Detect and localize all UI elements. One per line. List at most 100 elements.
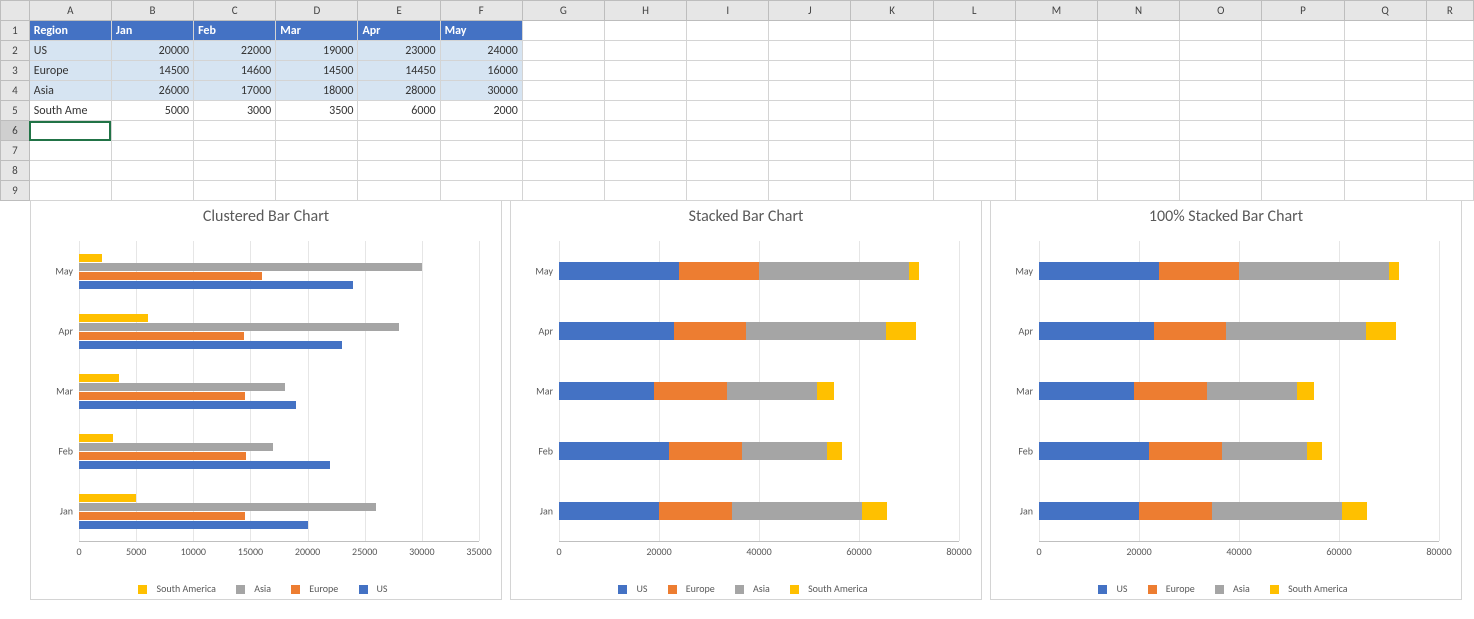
cell[interactable]: [1097, 141, 1179, 161]
row-header[interactable]: 4: [1, 81, 30, 101]
cell[interactable]: [933, 121, 1015, 141]
cell[interactable]: 3000: [194, 101, 276, 121]
cell[interactable]: [1097, 81, 1179, 101]
cell[interactable]: [1097, 61, 1179, 81]
cell[interactable]: [1344, 101, 1426, 121]
cell[interactable]: [1015, 21, 1097, 41]
table-row[interactable]: 4Asia2600017000180002800030000: [1, 81, 1474, 101]
cell[interactable]: 28000: [358, 81, 440, 101]
cell[interactable]: [1015, 121, 1097, 141]
cell[interactable]: May: [440, 21, 522, 41]
cell[interactable]: [1097, 181, 1179, 201]
column-header-row[interactable]: A B C D E F G H I J K L M N O P Q: [1, 1, 1474, 21]
cell[interactable]: [851, 141, 933, 161]
cell[interactable]: [522, 61, 604, 81]
row-header[interactable]: 7: [1, 141, 30, 161]
col-header[interactable]: J: [769, 1, 851, 21]
cell[interactable]: [1344, 21, 1426, 41]
cell[interactable]: [604, 81, 686, 101]
cell[interactable]: [769, 21, 851, 41]
cell[interactable]: [769, 81, 851, 101]
cell[interactable]: [1180, 81, 1262, 101]
cell[interactable]: [276, 161, 358, 181]
cell[interactable]: [604, 41, 686, 61]
row-header[interactable]: 5: [1, 101, 30, 121]
cell[interactable]: [358, 141, 440, 161]
row-header[interactable]: 1: [1, 21, 30, 41]
cell[interactable]: [1262, 41, 1344, 61]
cell[interactable]: [1180, 101, 1262, 121]
cell[interactable]: 18000: [276, 81, 358, 101]
col-header[interactable]: Q: [1344, 1, 1426, 21]
cell[interactable]: [1426, 161, 1473, 181]
cell[interactable]: [1262, 101, 1344, 121]
cell[interactable]: [1262, 21, 1344, 41]
col-header[interactable]: I: [687, 1, 769, 21]
col-header[interactable]: P: [1262, 1, 1344, 21]
cell[interactable]: [1426, 101, 1473, 121]
table-row[interactable]: 6: [1, 121, 1474, 141]
cell[interactable]: [769, 161, 851, 181]
cell[interactable]: [604, 141, 686, 161]
col-header[interactable]: N: [1097, 1, 1179, 21]
cell[interactable]: 14600: [194, 61, 276, 81]
cell[interactable]: [851, 41, 933, 61]
cell[interactable]: [769, 181, 851, 201]
cell[interactable]: [194, 121, 276, 141]
select-all-corner[interactable]: [1, 1, 30, 21]
cell[interactable]: [1180, 181, 1262, 201]
cell[interactable]: Region: [29, 21, 111, 41]
cell[interactable]: [687, 161, 769, 181]
cell[interactable]: [522, 121, 604, 141]
table-row[interactable]: 9: [1, 181, 1474, 201]
cell[interactable]: [1426, 21, 1473, 41]
cell[interactable]: [1262, 181, 1344, 201]
cell[interactable]: [194, 141, 276, 161]
cell[interactable]: [111, 161, 193, 181]
cell[interactable]: [851, 21, 933, 41]
cell[interactable]: [1015, 61, 1097, 81]
cell[interactable]: [687, 61, 769, 81]
cell[interactable]: [1180, 41, 1262, 61]
col-header[interactable]: K: [851, 1, 933, 21]
cell[interactable]: [851, 81, 933, 101]
cell[interactable]: [1344, 181, 1426, 201]
col-header[interactable]: M: [1015, 1, 1097, 21]
cell[interactable]: [1426, 41, 1473, 61]
cell[interactable]: 23000: [358, 41, 440, 61]
cell[interactable]: [769, 101, 851, 121]
spreadsheet-grid[interactable]: A B C D E F G H I J K L M N O P Q: [0, 0, 1474, 195]
cell[interactable]: [1097, 161, 1179, 181]
cell[interactable]: 5000: [111, 101, 193, 121]
cell[interactable]: Asia: [29, 81, 111, 101]
col-header[interactable]: A: [29, 1, 111, 21]
cell[interactable]: 17000: [194, 81, 276, 101]
cell[interactable]: [1262, 141, 1344, 161]
cell[interactable]: [276, 121, 358, 141]
cell[interactable]: [522, 81, 604, 101]
col-header[interactable]: B: [111, 1, 193, 21]
cell[interactable]: Apr: [358, 21, 440, 41]
cell[interactable]: [933, 181, 1015, 201]
row-header[interactable]: 6: [1, 121, 30, 141]
chart-clustered-bar[interactable]: Clustered Bar Chart 05000100001500020000…: [30, 200, 502, 600]
cell[interactable]: [1344, 81, 1426, 101]
cell[interactable]: Mar: [276, 21, 358, 41]
cell[interactable]: [111, 141, 193, 161]
cell[interactable]: [1426, 61, 1473, 81]
cell[interactable]: 30000: [440, 81, 522, 101]
cell[interactable]: [1015, 141, 1097, 161]
cell[interactable]: 3500: [276, 101, 358, 121]
table-row[interactable]: 2US2000022000190002300024000: [1, 41, 1474, 61]
cell[interactable]: 14500: [111, 61, 193, 81]
cell[interactable]: [29, 181, 111, 201]
cell[interactable]: [29, 141, 111, 161]
cell[interactable]: [276, 181, 358, 201]
col-header[interactable]: C: [194, 1, 276, 21]
col-header[interactable]: F: [440, 1, 522, 21]
cell[interactable]: [933, 21, 1015, 41]
cell[interactable]: [1180, 21, 1262, 41]
cell[interactable]: 24000: [440, 41, 522, 61]
cell[interactable]: 16000: [440, 61, 522, 81]
cell[interactable]: [1426, 141, 1473, 161]
